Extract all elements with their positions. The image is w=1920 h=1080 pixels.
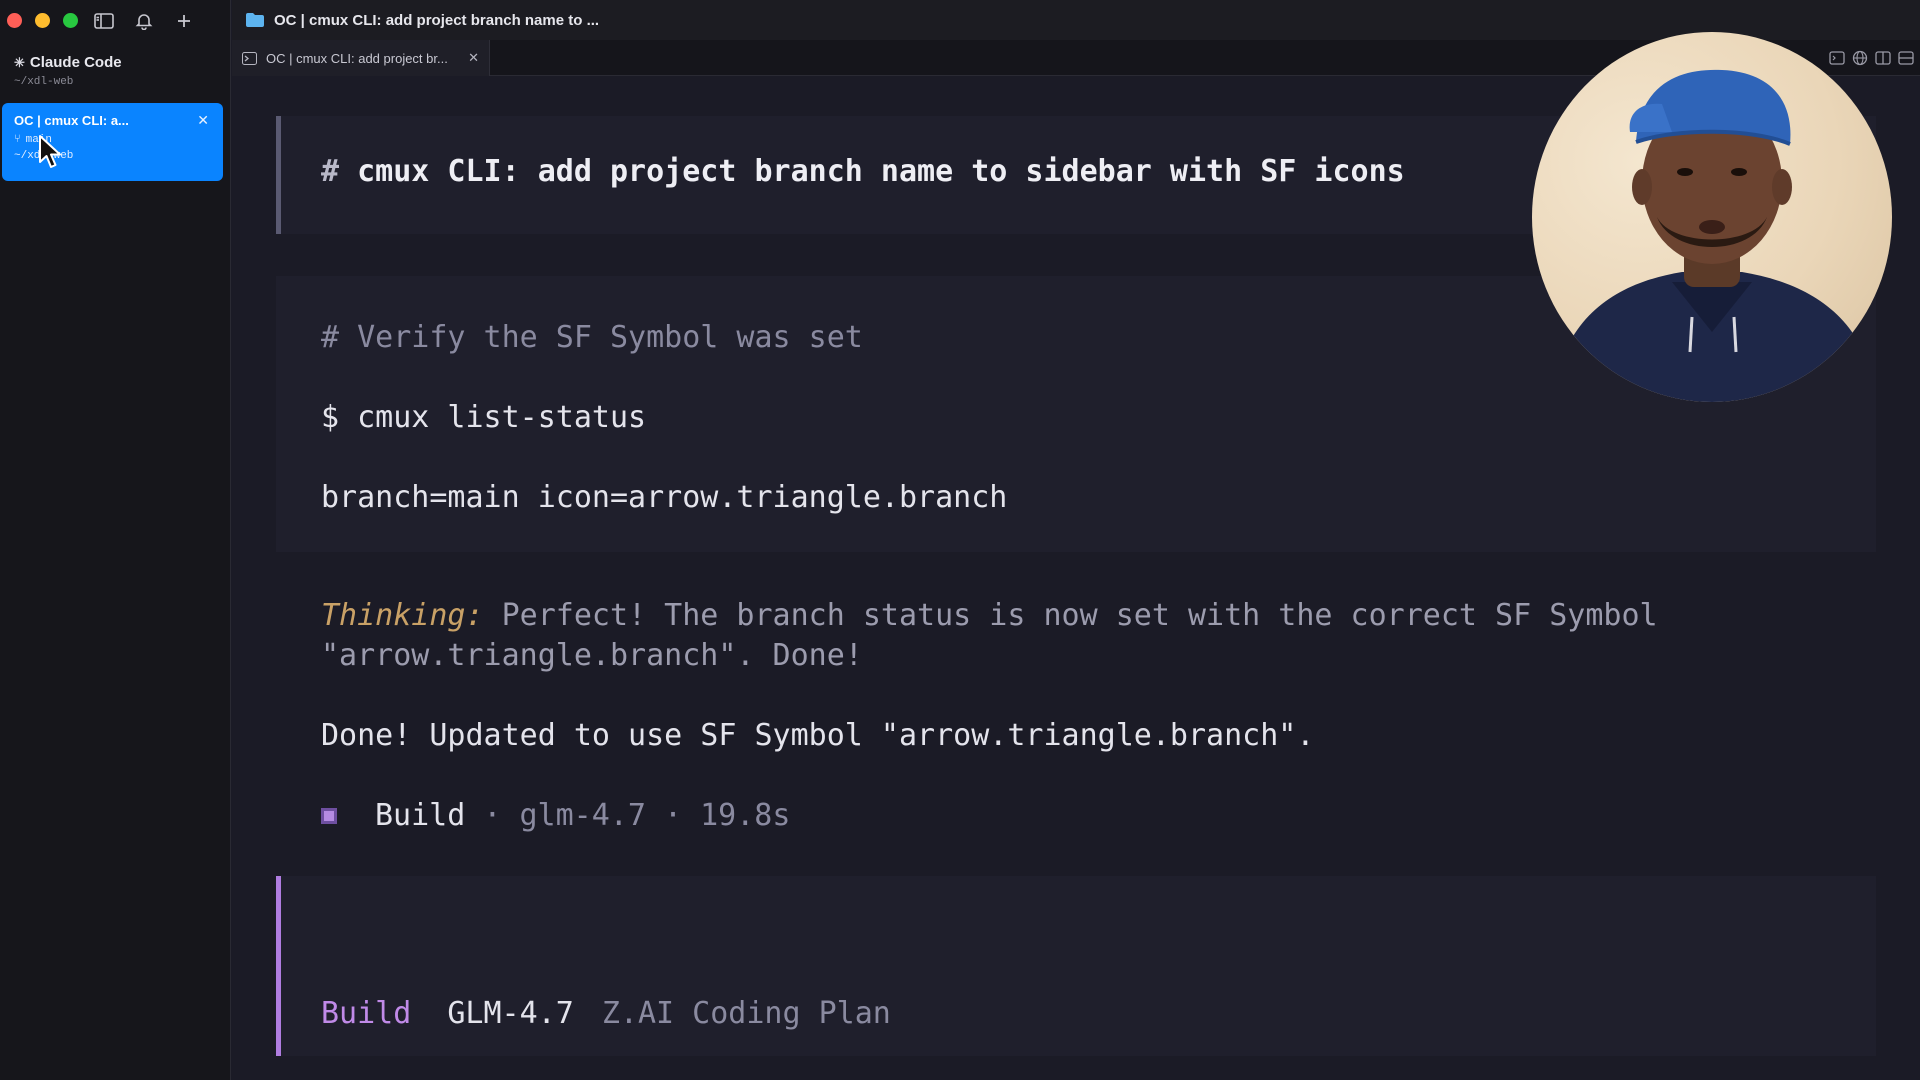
close-window-button[interactable] [7,13,22,28]
build-meta: · glm-4.7 · 19.8s [483,798,791,833]
session-title: OC | cmux CLI: a... [14,113,129,128]
tab-close-icon[interactable]: ✕ [468,50,479,66]
input-status-line: Build GLM-4.7 Z.AI Coding Plan [321,996,891,1031]
tab-session[interactable]: OC | cmux CLI: add project br... ✕ [232,40,490,76]
mode-label[interactable]: Build [321,996,411,1031]
sidebar: ✳ Claude Code ~/xdl-web OC | cmux CLI: a… [0,0,231,1080]
zoom-window-button[interactable] [63,13,78,28]
close-icon[interactable]: ✕ [197,112,209,129]
window-controls [7,13,78,28]
title-bar: OC | cmux CLI: add project branch name t… [232,0,1920,40]
pane-controls [1829,50,1914,66]
workspace-path: ~/xdl-web [14,76,74,88]
thinking-text: Perfect! The branch status is now set wi… [321,598,1658,673]
branch-icon: ⑂ [14,134,21,146]
window-title: OC | cmux CLI: add project branch name t… [274,11,600,29]
thinking-message: Thinking: Perfect! The branch status is … [321,596,1881,676]
sidebar-toolbar [92,9,196,33]
model-label[interactable]: GLM-4.7 [447,996,573,1031]
build-square-icon [321,807,337,824]
folder-icon [246,13,264,27]
split-vertical-icon[interactable] [1875,50,1891,66]
globe-icon[interactable] [1852,50,1868,66]
webcam-overlay [1532,32,1892,402]
tab-label: OC | cmux CLI: add project br... [266,50,448,66]
build-status: Build · glm-4.7 · 19.8s [321,798,790,833]
code-command: $ cmux list-status [321,400,647,435]
prompt-input-area[interactable]: Build GLM-4.7 Z.AI Coding Plan [276,876,1876,1056]
terminal-icon [242,51,257,65]
plus-icon[interactable] [172,9,196,33]
workspace-header: ✳ Claude Code ~/xdl-web [14,54,122,88]
code-output: branch=main icon=arrow.triangle.branch [321,480,1008,515]
mouse-cursor-icon [39,135,61,168]
split-horizontal-icon[interactable] [1898,50,1914,66]
workspace-title: ✳ Claude Code [14,54,122,71]
asterisk-icon: ✳ [14,54,25,70]
terminal-pane-icon[interactable] [1829,50,1845,66]
sidebar-toggle-icon[interactable] [92,9,116,33]
bell-icon[interactable] [132,9,156,33]
plan-label: Z.AI Coding Plan [601,996,891,1031]
minimize-window-button[interactable] [35,13,50,28]
thinking-label: Thinking: [321,598,484,633]
done-message: Done! Updated to use SF Symbol "arrow.tr… [321,718,1315,753]
app-window: ✳ Claude Code ~/xdl-web OC | cmux CLI: a… [0,0,1920,1080]
code-comment: # Verify the SF Symbol was set [321,320,863,355]
build-name: Build [375,798,466,833]
prompt-heading: # cmux CLI: add project branch name to s… [321,154,1405,189]
sidebar-item-active-session[interactable]: OC | cmux CLI: a... ✕ ⑂ main ~/xdl-web [2,103,223,181]
presenter-video-icon [1552,69,1877,402]
